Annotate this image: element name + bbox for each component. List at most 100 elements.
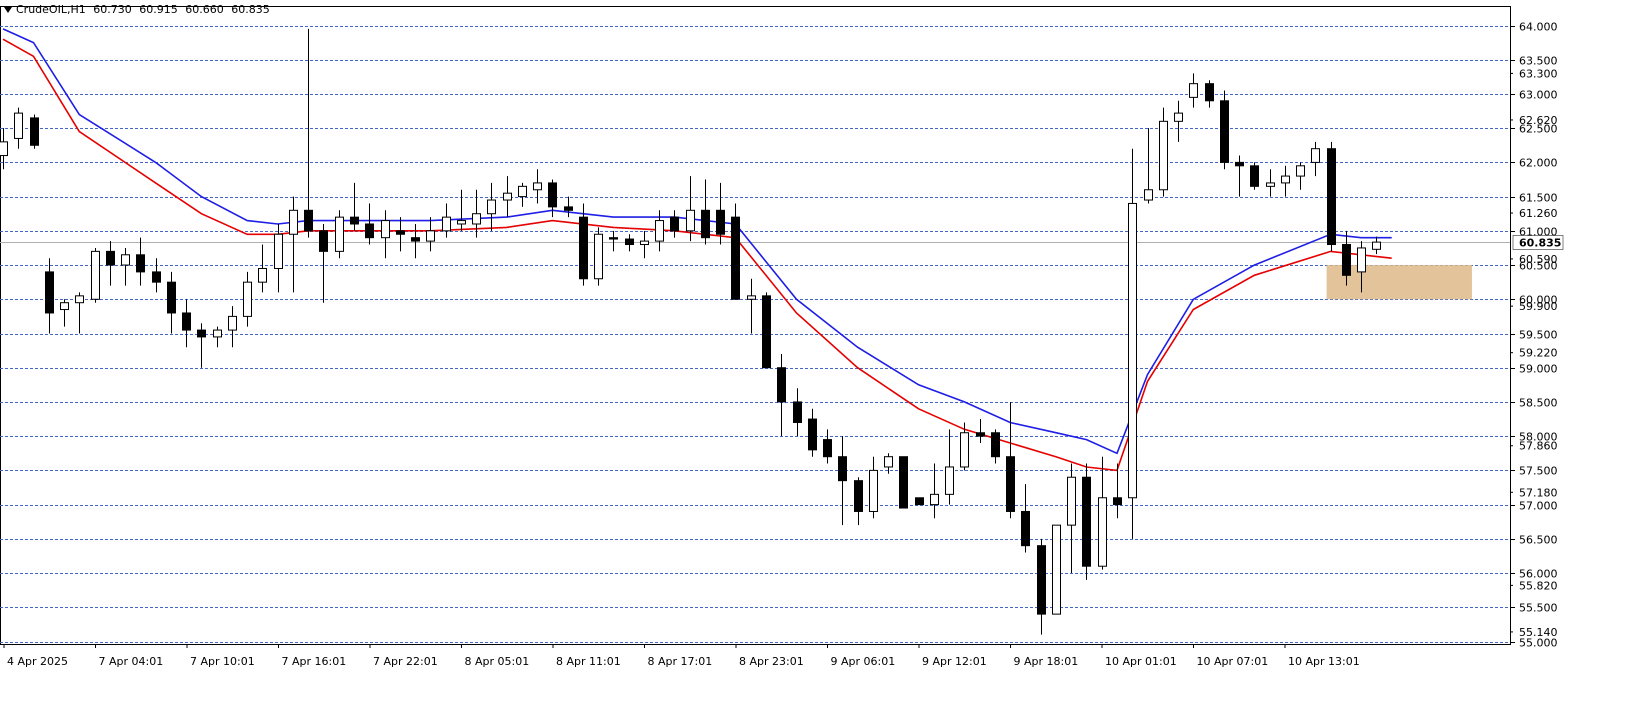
candle-body [884, 456, 893, 468]
candle-body [106, 250, 115, 266]
x-tick-label: 8 Apr 11:01 [556, 655, 621, 668]
candle-body [365, 223, 374, 239]
candle-body [1189, 83, 1198, 98]
candle-body [869, 469, 878, 512]
x-tick-label: 7 Apr 16:01 [282, 655, 347, 668]
y-tick-label: 59.000 [1519, 363, 1558, 376]
y-minor-label: 63.300 [1519, 67, 1558, 80]
candle-body [1159, 120, 1168, 191]
y-minor-label: 55.140 [1519, 626, 1558, 639]
candle-body [731, 216, 740, 300]
candle-body [915, 497, 924, 506]
candle-body [1098, 497, 1107, 567]
candle-body [304, 209, 313, 232]
y-minor-label: 62.620 [1519, 114, 1558, 127]
y-tick-label: 64.000 [1519, 21, 1558, 34]
candle-body [381, 220, 390, 239]
y-tick-label: 58.500 [1519, 397, 1558, 410]
candle-body [75, 295, 84, 304]
candle-body [1372, 241, 1381, 250]
candle-body [960, 432, 969, 468]
candle-body [396, 230, 405, 235]
candle-body [442, 216, 451, 232]
candle-body [121, 254, 130, 266]
candle-body [1144, 189, 1153, 201]
candle-body [1220, 100, 1229, 163]
y-tick-label: 63.500 [1519, 55, 1558, 68]
candle-body [976, 432, 985, 437]
candle-body [670, 216, 679, 232]
candle-body [167, 281, 176, 314]
candle-body [30, 117, 39, 146]
y-tick-label: 56.500 [1519, 534, 1558, 547]
y-minor-label: 59.220 [1519, 347, 1558, 360]
candle-body [655, 220, 664, 242]
candle-body [60, 302, 69, 311]
price-badge-label: 60.835 [1519, 237, 1561, 250]
candle-body [1342, 244, 1351, 276]
candle-body [228, 315, 237, 331]
candle-body [1205, 83, 1214, 102]
candle-body [182, 312, 191, 331]
candle-body [1113, 497, 1122, 506]
candle-body [197, 329, 206, 338]
y-minor-label: 57.860 [1519, 440, 1558, 453]
x-tick-label: 8 Apr 23:01 [739, 655, 804, 668]
candle-body [579, 216, 588, 280]
candle-body [457, 220, 466, 225]
candle-body [777, 367, 786, 403]
candle-body [823, 439, 832, 458]
candle-body [899, 456, 908, 509]
price-chart[interactable]: 64.00063.50063.00062.50062.00061.50061.0… [0, 0, 1651, 707]
candle-body [625, 238, 634, 246]
y-tick-label: 61.500 [1519, 192, 1558, 205]
candle-body [1357, 247, 1366, 273]
y-tick-label: 57.500 [1519, 465, 1558, 478]
candle-body [991, 432, 1000, 458]
candle-body [335, 216, 344, 252]
candle-body [793, 401, 802, 423]
candle-body [1174, 112, 1183, 122]
candle-body [564, 206, 573, 211]
candle-body [945, 466, 954, 495]
x-tick-label: 9 Apr 06:01 [831, 655, 896, 668]
y-minor-label: 60.590 [1519, 253, 1558, 266]
candle-body [14, 112, 23, 139]
candle-body [701, 209, 710, 239]
x-tick-label: 8 Apr 05:01 [465, 655, 530, 668]
x-tick-label: 4 Apr 2025 [7, 655, 68, 668]
y-tick-label: 62.000 [1519, 157, 1558, 170]
candle-body [45, 271, 54, 314]
candle-body [1037, 545, 1046, 615]
candle-body [426, 230, 435, 242]
ma-fast-line [2, 28, 1392, 455]
candle-body [1052, 524, 1061, 615]
candle-body [1067, 476, 1076, 526]
candle-body [213, 329, 222, 338]
candle-body [472, 213, 481, 225]
candle-body [1235, 161, 1244, 167]
candle-body [350, 216, 359, 225]
ma-slow-line [2, 38, 1392, 472]
candle-body [1082, 476, 1091, 567]
candle-body [1327, 148, 1336, 246]
x-tick-label: 10 Apr 01:01 [1105, 655, 1177, 668]
candle-body [1250, 165, 1259, 187]
y-tick-label: 59.500 [1519, 329, 1558, 342]
x-tick-label: 10 Apr 07:01 [1197, 655, 1269, 668]
candle-body [854, 480, 863, 512]
chart-window[interactable]: CrudeOIL,H1 60.730 60.915 60.660 60.835 … [0, 0, 1651, 707]
y-tick-label: 55.500 [1519, 602, 1558, 615]
x-tick-label: 9 Apr 18:01 [1014, 655, 1079, 668]
candle-body [319, 230, 328, 252]
y-tick-label: 63.000 [1519, 89, 1558, 102]
candle-body [91, 250, 100, 300]
candle-body [274, 233, 283, 269]
candle-body [243, 281, 252, 317]
plot-frame [0, 6, 1511, 645]
x-tick-label: 10 Apr 13:01 [1288, 655, 1360, 668]
candle-body [136, 254, 145, 273]
candle-body [411, 237, 420, 242]
candle-body [686, 209, 695, 232]
candle-body [762, 295, 771, 369]
